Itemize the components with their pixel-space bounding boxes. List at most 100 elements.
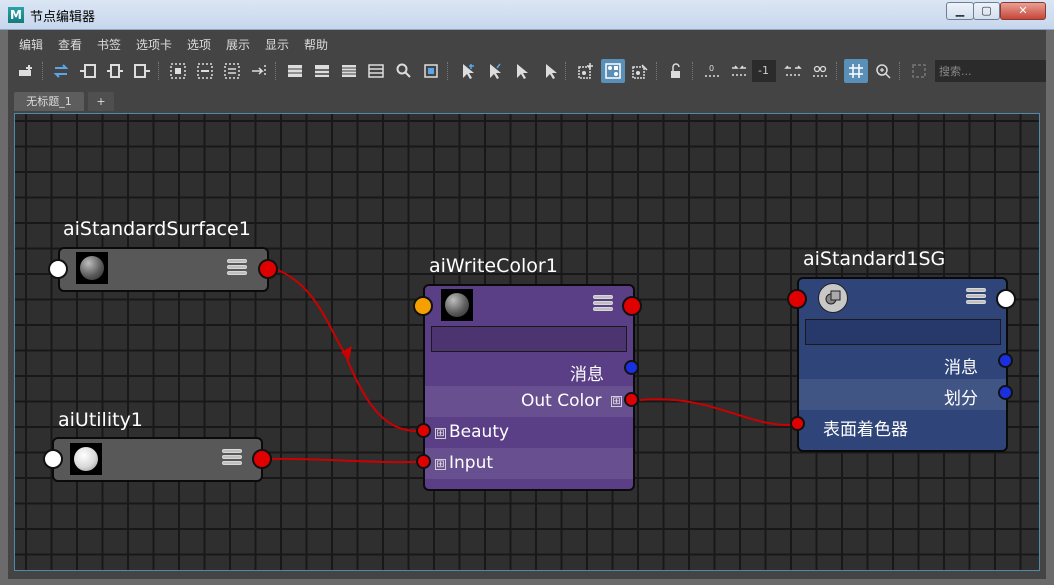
attr-label: Beauty [449, 422, 510, 442]
search-icon[interactable] [392, 59, 416, 83]
add-to-graph-icon[interactable] [14, 59, 38, 83]
graph-layout-icon[interactable] [220, 59, 244, 83]
input-output-connections-icon[interactable] [103, 59, 127, 83]
attr-row-message: 消息 [799, 348, 1006, 379]
input-port-surface[interactable] [48, 259, 68, 279]
frame-icon[interactable] [907, 59, 931, 83]
input-port-writecolor[interactable] [413, 296, 433, 316]
maya-app-icon: M [8, 7, 24, 23]
connection-outcolor-to-surfaceshader[interactable] [639, 398, 798, 427]
input-port-beauty[interactable] [416, 423, 431, 438]
toggle-swatches-icon[interactable] [601, 59, 625, 83]
node-menu-icon[interactable] [593, 295, 613, 313]
remove-selected-icon[interactable] [628, 59, 652, 83]
output-port-message[interactable] [998, 353, 1013, 368]
snap-to-grid-icon[interactable] [871, 59, 895, 83]
frame-all-icon[interactable] [166, 59, 190, 83]
full-mode-icon[interactable] [337, 59, 361, 83]
node-aistandardsurface1[interactable] [58, 247, 269, 292]
sphere-preview-icon [74, 447, 98, 471]
snapshot-icon[interactable] [419, 59, 443, 83]
menu-view[interactable]: 查看 [58, 36, 82, 53]
expand-attribute-icon[interactable]: ⊞ [435, 459, 446, 470]
input-port-utility[interactable] [43, 449, 63, 469]
grid-snap-icon[interactable]: 0 [700, 59, 724, 83]
expand-attribute-icon[interactable]: ⊞ [611, 396, 622, 407]
attr-row-partition: 划分 [799, 379, 1006, 410]
unlock-icon[interactable] [664, 59, 688, 83]
output-connections-icon[interactable] [130, 59, 154, 83]
swap-icon[interactable] [49, 59, 73, 83]
sphere-preview-icon [80, 256, 104, 280]
grid-toggle-icon[interactable] [844, 59, 868, 83]
attribute-view-icon[interactable] [808, 59, 832, 83]
attr-label: 消息 [570, 365, 604, 385]
expand-attribute-icon[interactable]: ⊞ [435, 428, 446, 439]
material-swatch [76, 252, 108, 284]
select-downstream-icon[interactable] [483, 59, 507, 83]
menu-show[interactable]: 展示 [226, 36, 250, 53]
menu-help[interactable]: 帮助 [304, 36, 328, 53]
connection-utility-to-input[interactable] [268, 457, 419, 464]
window-titlebar: M 节点编辑器 ▁ ▢ ✕ [0, 0, 1054, 30]
node-graph-canvas[interactable]: aiStandardSurface1 aiUtility1 aiWriteCol… [14, 113, 1040, 571]
node-menu-icon[interactable] [222, 449, 242, 467]
node-title-aiwritecolor1: aiWriteColor1 [429, 255, 558, 277]
menu-options[interactable]: 选项 [187, 36, 211, 53]
material-swatch [441, 289, 473, 321]
attr-row-message: 消息 [425, 355, 633, 386]
search-input[interactable] [935, 60, 1046, 82]
output-port-sg[interactable] [996, 289, 1016, 309]
node-aistandard1sg[interactable]: 消息 划分 表面着色器 [797, 277, 1008, 452]
output-port-surface[interactable] [258, 259, 278, 279]
output-port-writecolor[interactable] [622, 296, 642, 316]
add-selected-icon[interactable] [574, 59, 598, 83]
node-aiutility1[interactable] [52, 437, 263, 482]
attr-row-input: ⊞ Input [425, 448, 633, 479]
pin-selected-icon[interactable] [247, 59, 271, 83]
custom-mode-icon[interactable] [364, 59, 388, 83]
node-menu-icon[interactable] [966, 288, 986, 306]
spacing-field[interactable]: -1 [752, 60, 776, 82]
input-connections-icon[interactable] [76, 59, 100, 83]
minimize-button[interactable]: ▁ [946, 2, 974, 20]
attr-label: Input [449, 453, 494, 473]
menu-tabs[interactable]: 选项卡 [136, 36, 172, 53]
output-port-outcolor[interactable] [624, 392, 639, 407]
expand-icon[interactable] [781, 59, 805, 83]
attr-row-beauty: ⊞ Beauty [425, 417, 633, 448]
input-port-surface-shader[interactable] [790, 416, 805, 431]
attr-label: 表面着色器 [823, 420, 908, 440]
toolbar: 0 -1 [8, 58, 1046, 86]
toolbar-separator [275, 62, 277, 80]
connected-mode-icon[interactable] [310, 59, 334, 83]
output-port-message[interactable] [624, 360, 639, 375]
add-tab-button[interactable]: + [88, 92, 114, 111]
select-input-icon[interactable] [510, 59, 534, 83]
node-aiwritecolor1[interactable]: 消息 Out Color ⊞ ⊞ Beauty ⊞ Input [423, 284, 635, 491]
toolbar-separator [692, 62, 694, 80]
input-port-input[interactable] [416, 454, 431, 469]
toolbar-separator [447, 62, 449, 80]
maximize-button[interactable]: ▢ [973, 2, 1000, 20]
menu-display[interactable]: 显示 [265, 36, 289, 53]
select-output-icon[interactable] [537, 59, 561, 83]
output-port-partition[interactable] [998, 385, 1013, 400]
node-menu-icon[interactable] [227, 259, 247, 277]
menu-edit[interactable]: 编辑 [19, 36, 43, 53]
input-port-sg[interactable] [787, 289, 807, 309]
close-button[interactable]: ✕ [1000, 2, 1046, 20]
node-name-field[interactable] [805, 319, 1001, 345]
collapse-icon[interactable] [727, 59, 751, 83]
sphere-preview-icon [445, 293, 469, 317]
attr-label: 划分 [944, 389, 978, 409]
menu-bookmarks[interactable]: 书签 [97, 36, 121, 53]
tab-untitled-1[interactable]: 无标题_1 [14, 92, 84, 111]
output-port-utility[interactable] [252, 449, 272, 469]
node-name-field[interactable] [431, 326, 627, 352]
select-upstream-icon[interactable] [456, 59, 480, 83]
frame-selected-icon[interactable] [193, 59, 217, 83]
simple-mode-icon[interactable] [283, 59, 307, 83]
toolbar-separator [42, 62, 44, 80]
window-title: 节点编辑器 [30, 10, 96, 25]
